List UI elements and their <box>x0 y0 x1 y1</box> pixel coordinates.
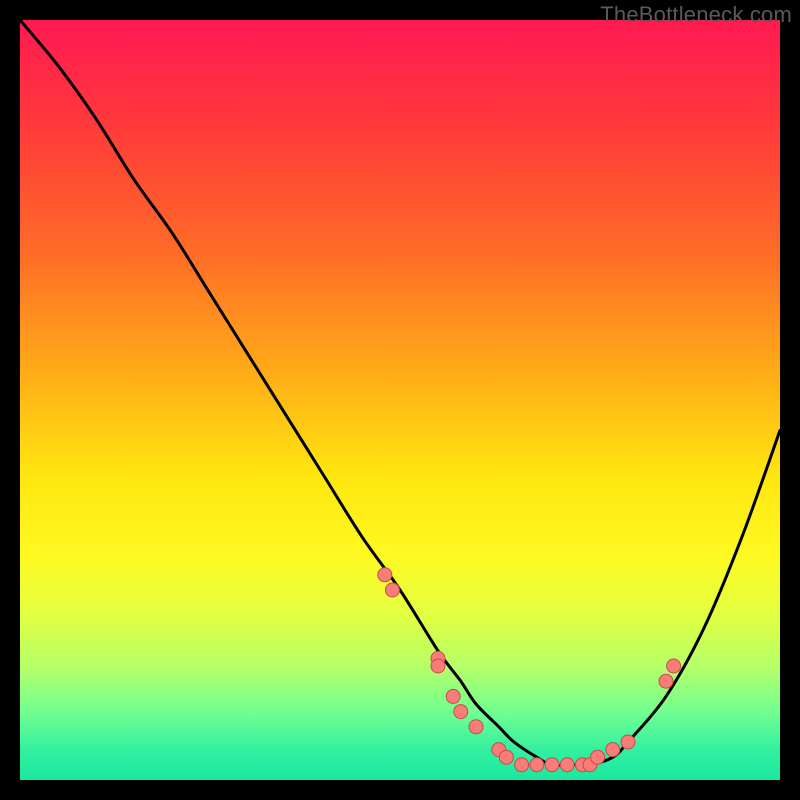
data-point <box>385 583 399 597</box>
data-point <box>515 758 529 772</box>
watermark-text: TheBottleneck.com <box>600 2 792 28</box>
data-point <box>621 735 635 749</box>
data-point <box>667 659 681 673</box>
data-point <box>591 750 605 764</box>
data-point <box>378 568 392 582</box>
data-point <box>530 758 544 772</box>
data-point <box>545 758 559 772</box>
data-point <box>431 659 445 673</box>
chart-stage: TheBottleneck.com <box>0 0 800 800</box>
data-point <box>606 743 620 757</box>
plot-frame <box>20 20 780 780</box>
data-point <box>469 720 483 734</box>
data-point <box>446 689 460 703</box>
chart-svg <box>20 20 780 780</box>
bottleneck-curve <box>20 20 780 765</box>
data-point <box>659 674 673 688</box>
data-point <box>560 758 574 772</box>
data-point <box>499 750 513 764</box>
data-point <box>454 705 468 719</box>
